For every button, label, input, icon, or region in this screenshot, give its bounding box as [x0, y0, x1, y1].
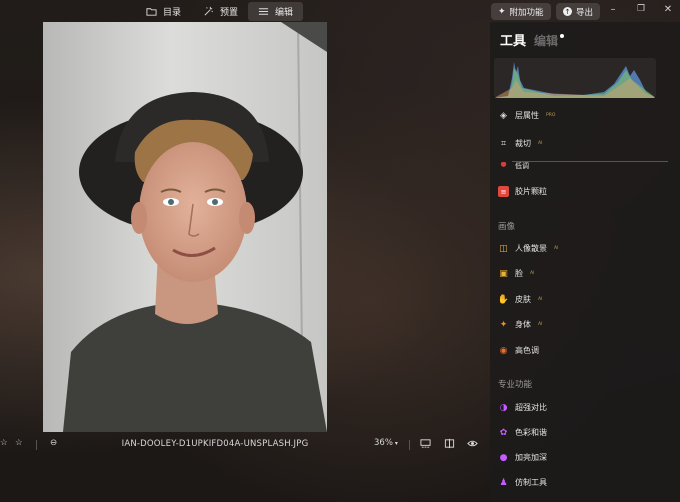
tab-presets-label: 预置: [220, 8, 239, 18]
face-icon: ▣: [499, 268, 508, 279]
export-button[interactable]: ↑ 导出: [556, 3, 601, 20]
tool-body-label: 身体: [515, 320, 531, 329]
ai-badge: AI: [538, 322, 543, 327]
contrast-icon: ◑: [499, 402, 508, 413]
section-portrait: 画像: [498, 222, 516, 232]
compare-icon[interactable]: [444, 438, 455, 449]
ai-badge: AI: [530, 271, 535, 276]
minimize-icon[interactable]: –: [606, 4, 620, 15]
tab-tools[interactable]: 工具: [500, 30, 526, 49]
tool-film-grain[interactable]: ≡ 胶片颗粒: [498, 186, 547, 197]
folder-icon: [146, 8, 157, 16]
bottom-bar: ☆ ☆ ⊖ IAN-DOOLEY-D1UPKIFD04A-UNSPLASH.JP…: [0, 436, 490, 454]
tool-portrait-bokeh-label: 人像散景: [515, 244, 547, 253]
tool-high-key[interactable]: ◉ 高色调: [498, 345, 539, 356]
zoom-value: 36%: [374, 438, 393, 448]
sparkle-wand-icon: [204, 6, 213, 16]
addons-button[interactable]: ✦ 附加功能: [491, 3, 551, 20]
tab-edits[interactable]: 编辑: [534, 32, 558, 49]
hand-icon: ✋: [497, 294, 510, 305]
tool-color-harmony-label: 色彩和谐: [515, 428, 547, 437]
layers-icon: ◈: [500, 110, 507, 121]
tool-crop[interactable]: ⌗ 裁切 AI: [498, 138, 542, 149]
stamp-icon: ♟: [499, 477, 508, 488]
export-label: 导出: [576, 7, 594, 18]
film-icon: ≡: [498, 186, 509, 197]
tab-edit[interactable]: 编辑: [248, 2, 304, 21]
tab-library-label: 目录: [163, 8, 182, 18]
flower-icon: ✿: [499, 427, 508, 438]
tool-portrait-bokeh[interactable]: ◫ 人像散景 AI: [498, 243, 558, 254]
ai-badge: AI: [554, 246, 559, 251]
drop-icon: ●: [499, 452, 508, 463]
panel-tabs: 工具 编辑: [500, 30, 570, 49]
edits-indicator: [560, 34, 565, 38]
addons-label: 附加功能: [509, 7, 544, 18]
tool-color-harmony[interactable]: ✿ 色彩和谐: [498, 427, 547, 438]
tool-clone-stamp-label: 仿制工具: [515, 478, 547, 487]
tool-layer-properties[interactable]: ◈ 层属性 PRO: [498, 110, 555, 121]
tool-super-contrast[interactable]: ◑ 超强对比: [498, 402, 547, 413]
upload-icon: ↑: [563, 7, 572, 16]
pro-badge: PRO: [546, 113, 556, 118]
tool-high-key-label: 高色调: [515, 346, 539, 355]
maximize-icon[interactable]: ❐: [634, 4, 648, 14]
filmstrip-icon[interactable]: [420, 438, 431, 449]
sparkle-icon: ✦: [498, 6, 506, 17]
portrait-bokeh-icon: ◫: [499, 243, 508, 254]
zoom-selector[interactable]: 36% ▾: [374, 438, 398, 448]
tool-clone-stamp[interactable]: ♟ 仿制工具: [498, 477, 547, 488]
divider: [409, 440, 410, 450]
tool-low-key[interactable]: ● 低调: [498, 162, 529, 169]
ai-badge: AI: [538, 297, 543, 302]
top-bar: 目录 预置 编辑 ✦ 附加功能 ↑ 导出 – ❐ ✕: [0, 0, 680, 24]
histogram: [494, 58, 656, 98]
tab-presets[interactable]: 预置: [193, 2, 248, 21]
photo-canvas[interactable]: [43, 22, 327, 432]
tool-skin[interactable]: ✋ 皮肤 AI: [497, 294, 543, 305]
tool-film-grain-label: 胶片颗粒: [515, 187, 547, 196]
tool-crop-label: 裁切: [515, 139, 531, 148]
tool-body[interactable]: ✦ 身体 AI: [498, 319, 543, 330]
filename-label: IAN-DOOLEY-D1UPKIFD04A-UNSPLASH.JPG: [121, 439, 309, 449]
eye-icon[interactable]: [467, 438, 478, 449]
ai-badge: AI: [538, 141, 543, 146]
chevron-down-icon: ▾: [394, 439, 398, 447]
crop-icon: ⌗: [500, 138, 507, 149]
body-icon: ✦: [499, 319, 508, 330]
sliders-icon: [258, 8, 269, 15]
tool-dodge-burn[interactable]: ● 加亮加深: [498, 452, 547, 463]
scroll-divider: [512, 161, 668, 162]
circle-icon: ●: [500, 162, 507, 168]
tab-library[interactable]: 目录: [136, 2, 191, 21]
tools-panel: 工具 编辑 ◈ 层属性 PRO ⌗ 裁切 AI ● 低调 ≡ 胶片颗粒 画像 ◫…: [490, 22, 680, 502]
tool-face[interactable]: ▣ 脸 AI: [498, 268, 534, 279]
section-pro: 专业功能: [498, 380, 533, 390]
tool-face-label: 脸: [515, 269, 523, 278]
tool-dodge-burn-label: 加亮加深: [515, 453, 547, 462]
tool-layer-properties-label: 层属性: [515, 111, 539, 120]
close-icon[interactable]: ✕: [661, 4, 675, 15]
high-key-icon: ◉: [499, 345, 508, 356]
tool-super-contrast-label: 超强对比: [515, 403, 547, 412]
tool-low-key-label: 低调: [515, 162, 529, 170]
tab-edit-label: 编辑: [275, 8, 294, 18]
tool-skin-label: 皮肤: [515, 295, 531, 304]
